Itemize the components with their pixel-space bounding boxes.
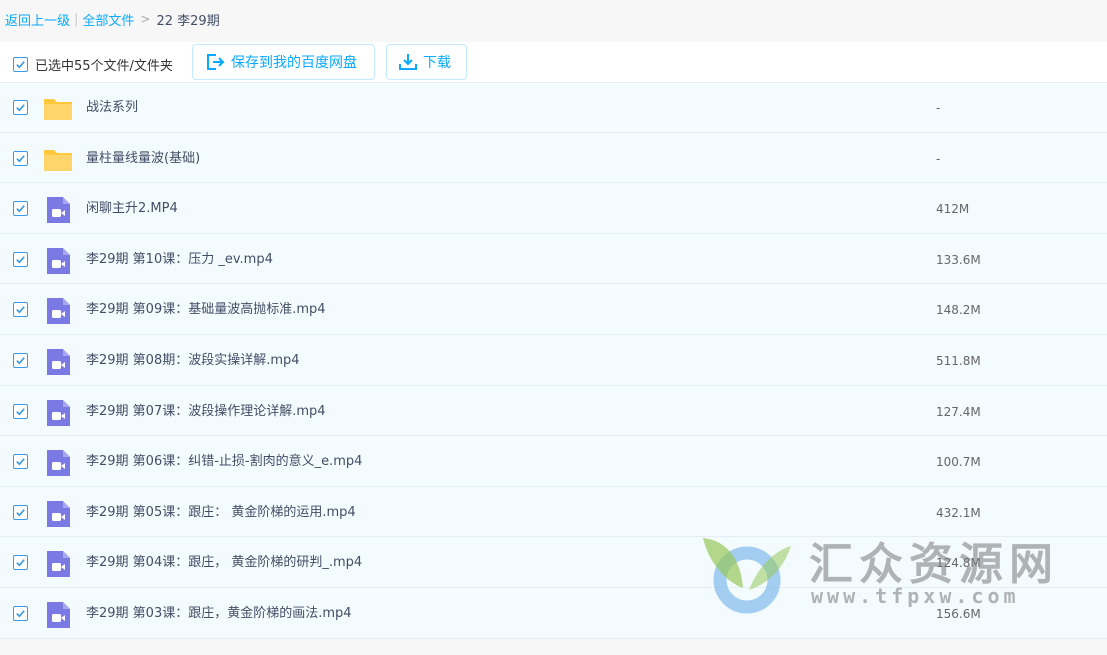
check-icon [16, 357, 25, 365]
file-size: 432.1M [936, 505, 981, 520]
check-icon [16, 407, 25, 416]
file-row[interactable]: 李29期 第03课：跟庄，黄金阶梯的画法.mp4 156.6M [0, 587, 1107, 639]
folder-icon [44, 99, 72, 120]
video-file-icon [47, 450, 70, 477]
video-file-icon [47, 551, 70, 578]
file-row[interactable]: 闲聊主升2.MP4 412M [0, 183, 1107, 234]
file-checkbox[interactable] [13, 352, 28, 368]
breadcrumb-separator: | [74, 11, 79, 27]
video-file-icon [47, 298, 70, 325]
file-size: 124.8M [936, 556, 981, 571]
file-list: 战法系列 - 量柱量线量波(基础) - 闲聊主升2.MP4 412M 李29期 第10课：压… [0, 82, 1107, 639]
folder-icon [44, 149, 72, 171]
file-name[interactable]: 李29期 第09课：基础量波高抛标准.mp4 [86, 285, 326, 335]
file-size: 133.6M [936, 252, 981, 267]
file-size: - [936, 101, 941, 115]
save-icon [207, 54, 225, 70]
file-checkbox[interactable] [13, 302, 28, 318]
file-name[interactable]: 李29期 第06课：纠错-止损-割肉的意义_e.mp4 [86, 437, 362, 487]
file-name[interactable]: 李29期 第07课：波段操作理论详解.mp4 [86, 387, 326, 437]
file-name[interactable]: 李29期 第10课：压力 _ev.mp4 [86, 235, 273, 285]
file-name[interactable]: 量柱量线量波(基础) [86, 134, 200, 184]
file-name[interactable]: 李29期 第05课：跟庄： 黄金阶梯的运用.mp4 [86, 488, 356, 538]
file-checkbox[interactable] [13, 100, 28, 115]
check-icon [16, 154, 25, 163]
video-file-icon [47, 500, 70, 527]
selected-count-label: 已选中55个文件/文件夹 [35, 59, 173, 74]
file-checkbox[interactable] [13, 504, 28, 520]
video-file-icon [47, 247, 70, 274]
file-row[interactable]: 李29期 第05课：跟庄： 黄金阶梯的运用.mp4 432.1M [0, 486, 1107, 538]
file-row[interactable]: 李29期 第09课：基础量波高抛标准.mp4 148.2M [0, 284, 1107, 335]
file-row[interactable]: 李29期 第10课：压力 _ev.mp4 133.6M [0, 233, 1107, 285]
file-size: - [936, 151, 941, 166]
video-file-icon [47, 197, 70, 224]
file-row[interactable]: 量柱量线量波(基础) - [0, 132, 1107, 184]
file-name[interactable]: 闲聊主升2.MP4 [86, 184, 178, 234]
video-file-icon [47, 399, 70, 426]
breadcrumb-arrow: > [140, 12, 151, 26]
file-checkbox[interactable] [13, 150, 28, 166]
download-icon [399, 54, 417, 70]
file-name[interactable]: 战法系列 [86, 83, 138, 133]
select-all[interactable]: 已选中55个文件/文件夹 [13, 55, 173, 74]
file-name[interactable]: 李29期 第08期：波段实操详解.mp4 [86, 336, 300, 386]
file-name[interactable]: 李29期 第04课：跟庄， 黄金阶梯的研判_.mp4 [86, 538, 362, 588]
file-size: 511.8M [936, 353, 981, 368]
file-row[interactable]: 李29期 第06课：纠错-止损-割肉的意义_e.mp4 100.7M [0, 436, 1107, 487]
current-folder: 22 李29期 [156, 13, 220, 29]
save-button-label: 保存到我的百度网盘 [231, 55, 357, 71]
file-row[interactable]: 李29期 第08期：波段实操详解.mp4 511.8M [0, 334, 1107, 386]
bottom-area [0, 640, 1107, 655]
file-size: 156.6M [936, 606, 981, 621]
file-size: 148.2M [936, 303, 981, 318]
check-icon [16, 610, 25, 618]
select-all-checkbox[interactable] [13, 57, 28, 72]
download-button[interactable]: 下载 [386, 44, 467, 80]
file-row[interactable]: 战法系列 - [0, 82, 1107, 133]
check-icon [16, 508, 25, 517]
file-checkbox[interactable] [13, 403, 28, 419]
check-icon [16, 306, 25, 314]
all-files-link[interactable]: 全部文件 [82, 10, 134, 29]
file-row[interactable]: 李29期 第04课：跟庄， 黄金阶梯的研判_.mp4 124.8M [0, 537, 1107, 588]
check-icon [16, 61, 25, 69]
file-checkbox[interactable] [13, 555, 28, 571]
file-row[interactable]: 李29期 第07课：波段操作理论详解.mp4 127.4M [0, 385, 1107, 437]
back-link[interactable]: 返回上一级 [5, 10, 70, 29]
download-button-label: 下载 [423, 55, 451, 71]
file-checkbox[interactable] [13, 454, 28, 470]
file-checkbox[interactable] [13, 605, 28, 621]
video-file-icon [47, 601, 70, 628]
file-size: 127.4M [936, 404, 981, 419]
save-to-netdisk-button[interactable]: 保存到我的百度网盘 [192, 44, 375, 80]
video-file-icon [47, 348, 70, 375]
file-name[interactable]: 李29期 第03课：跟庄，黄金阶梯的画法.mp4 [86, 589, 352, 639]
check-icon [16, 104, 25, 112]
file-size: 412M [936, 202, 970, 217]
check-icon [16, 559, 25, 567]
file-size: 100.7M [936, 455, 981, 470]
breadcrumb: 返回上一级 | 全部文件 > 22 李29期 [5, 10, 220, 29]
check-icon [16, 205, 25, 213]
file-checkbox[interactable] [13, 251, 28, 267]
file-checkbox[interactable] [13, 201, 28, 217]
check-icon [16, 458, 25, 466]
check-icon [16, 255, 25, 264]
toolbar: 已选中55个文件/文件夹 保存到我的百度网盘 下载 [0, 42, 1107, 82]
